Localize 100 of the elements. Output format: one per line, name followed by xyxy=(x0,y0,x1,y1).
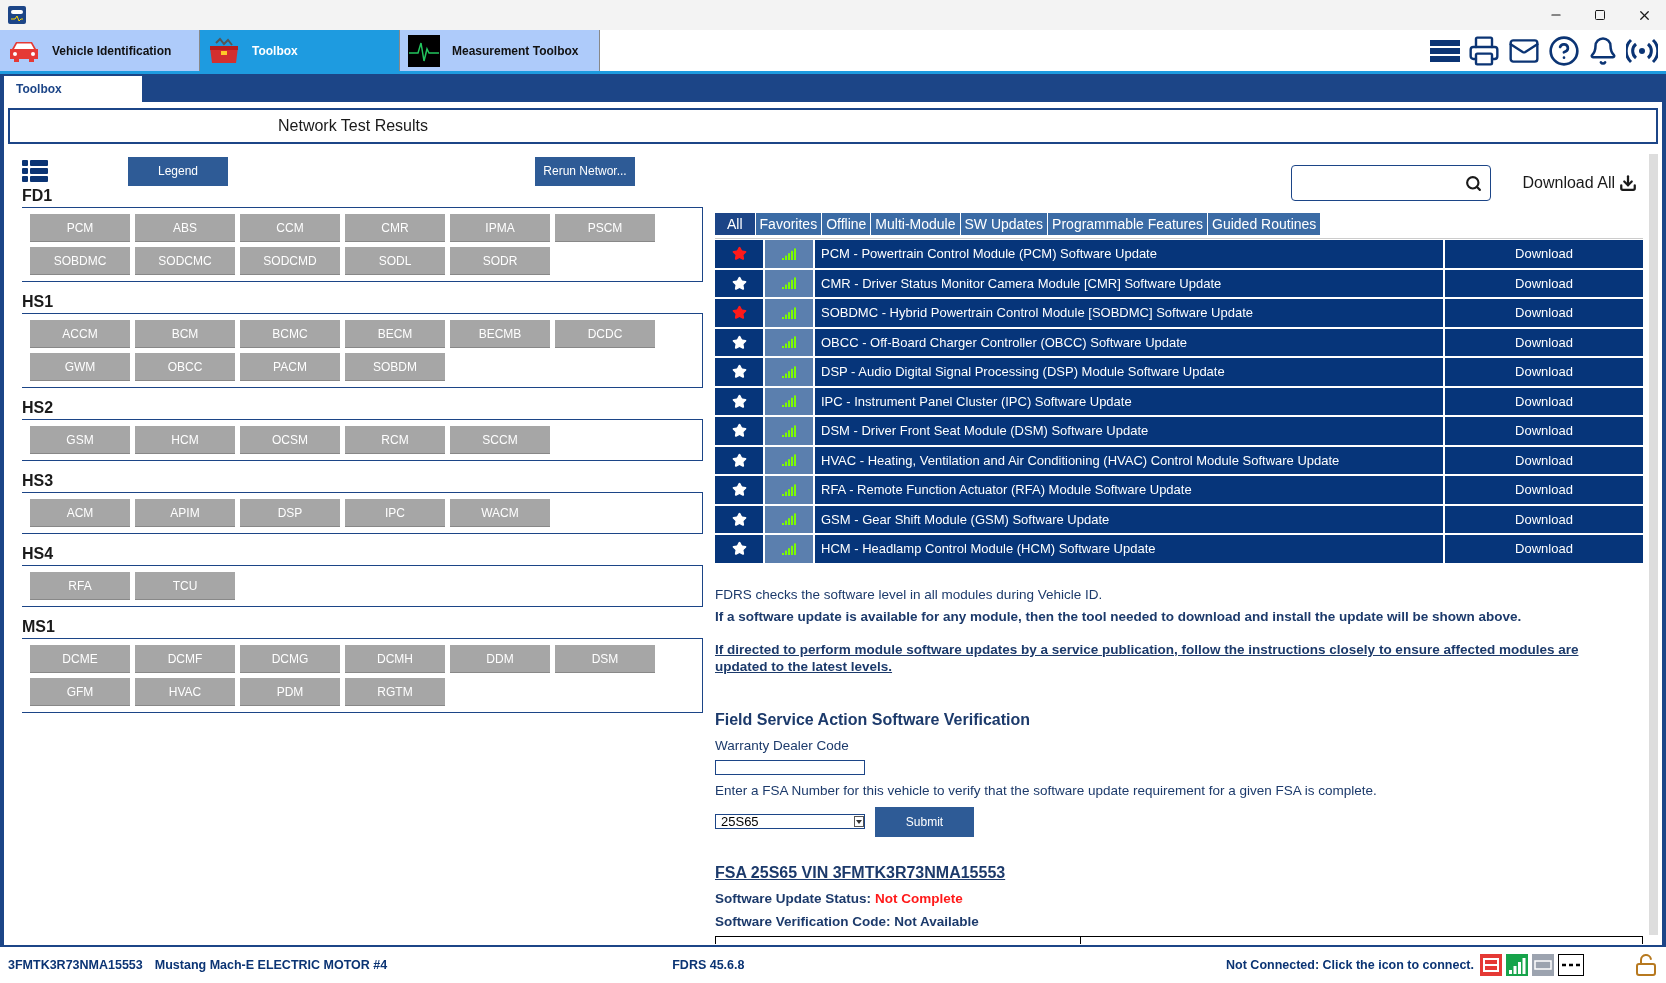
module-button[interactable]: BECMB xyxy=(450,320,550,348)
module-button[interactable]: DCME xyxy=(30,645,130,673)
search-field[interactable] xyxy=(1290,165,1491,201)
search-icon[interactable] xyxy=(1464,174,1482,192)
module-button[interactable]: PACM xyxy=(240,353,340,381)
favorite-star-button[interactable] xyxy=(715,299,763,327)
fsa-select[interactable]: 25S65 xyxy=(715,814,865,829)
filter-tab[interactable]: Guided Routines xyxy=(1208,213,1321,235)
download-button[interactable]: Download xyxy=(1445,269,1643,297)
update-description: SOBDMC - Hybrid Powertrain Control Module [SOBDMC] Software Update xyxy=(815,299,1443,327)
menu-icon[interactable] xyxy=(1430,37,1460,64)
filter-tab[interactable]: Offline xyxy=(822,213,871,235)
filter-tab[interactable]: Programmable Features xyxy=(1048,213,1208,235)
module-button[interactable]: PSCM xyxy=(555,214,655,242)
module-button[interactable]: SOBDMC xyxy=(30,247,130,275)
module-button[interactable]: PCM xyxy=(30,214,130,242)
module-button[interactable]: IPMA xyxy=(450,214,550,242)
module-button[interactable]: DCDC xyxy=(555,320,655,348)
favorite-star-button[interactable] xyxy=(715,387,763,415)
favorite-star-button[interactable] xyxy=(715,240,763,268)
dashes-icon[interactable] xyxy=(1558,954,1584,976)
module-button[interactable]: GSM xyxy=(30,426,130,454)
module-button[interactable]: BECM xyxy=(345,320,445,348)
module-button[interactable]: TCU xyxy=(135,572,235,600)
download-all-button[interactable]: Download All xyxy=(1522,171,1637,195)
download-button[interactable]: Download xyxy=(1445,387,1643,415)
module-button[interactable]: SODCMD xyxy=(240,247,340,275)
app-tab[interactable]: Toolbox xyxy=(200,30,400,71)
download-button[interactable]: Download xyxy=(1445,328,1643,356)
legend-button[interactable]: Legend xyxy=(128,156,228,186)
help-icon[interactable] xyxy=(1548,34,1580,67)
module-button[interactable]: DCMF xyxy=(135,645,235,673)
module-button[interactable]: OBCC xyxy=(135,353,235,381)
module-button[interactable]: SODCMC xyxy=(135,247,235,275)
dropdown-caret-icon[interactable] xyxy=(856,819,862,824)
download-button[interactable]: Download xyxy=(1445,358,1643,386)
module-button[interactable]: RGTM xyxy=(345,678,445,706)
module-button[interactable]: RFA xyxy=(30,572,130,600)
module-button[interactable]: ACCM xyxy=(30,320,130,348)
connection-status-icon[interactable] xyxy=(1480,954,1502,976)
module-button[interactable]: SOBDM xyxy=(345,353,445,381)
module-button[interactable]: DCMH xyxy=(345,645,445,673)
favorite-star-button[interactable] xyxy=(715,505,763,533)
module-button[interactable]: APIM xyxy=(135,499,235,527)
download-button[interactable]: Download xyxy=(1445,299,1643,327)
module-button[interactable]: BCM xyxy=(135,320,235,348)
rerun-network-test-button[interactable]: Rerun Networ... xyxy=(535,156,635,186)
module-button[interactable]: CMR xyxy=(345,214,445,242)
vehicle-text: Mustang Mach-E ELECTRIC MOTOR #4 xyxy=(154,956,388,974)
module-button[interactable]: GWM xyxy=(30,353,130,381)
dealer-code-field[interactable] xyxy=(715,760,865,776)
fsa-result-link[interactable]: FSA 25S65 VIN 3FMTK3R73NMA15553 xyxy=(715,860,1006,885)
filter-tab[interactable]: Multi-Module xyxy=(871,213,960,235)
favorite-star-button[interactable] xyxy=(715,535,763,563)
favorite-star-button[interactable] xyxy=(715,269,763,297)
bell-icon[interactable] xyxy=(1588,35,1618,66)
download-button[interactable]: Download xyxy=(1445,446,1643,474)
favorite-star-button[interactable] xyxy=(715,446,763,474)
module-button[interactable]: CCM xyxy=(240,214,340,242)
module-button[interactable]: DDM xyxy=(450,645,550,673)
favorite-star-button[interactable] xyxy=(715,328,763,356)
module-button[interactable]: ABS xyxy=(135,214,235,242)
filter-tab[interactable]: All xyxy=(715,213,755,235)
module-button[interactable]: PDM xyxy=(240,678,340,706)
broadcast-icon[interactable] xyxy=(1626,36,1658,65)
module-button[interactable]: IPC xyxy=(345,499,445,527)
module-button[interactable]: BCMC xyxy=(240,320,340,348)
favorite-star-button[interactable] xyxy=(715,476,763,504)
submit-button[interactable]: Submit xyxy=(875,806,974,837)
printer-icon[interactable] xyxy=(1468,34,1500,67)
app-tab[interactable]: Vehicle Identification xyxy=(0,30,200,71)
module-button[interactable]: WACM xyxy=(450,499,550,527)
list-view-icon[interactable] xyxy=(22,160,48,182)
toolbox-icon xyxy=(208,36,240,65)
module-button[interactable]: RCM xyxy=(345,426,445,454)
module-button[interactable]: GFM xyxy=(30,678,130,706)
module-button[interactable]: HCM xyxy=(135,426,235,454)
module-button[interactable]: SODL xyxy=(345,247,445,275)
app-tab[interactable]: Measurement Toolbox xyxy=(400,30,600,71)
filter-tab[interactable]: SW Updates xyxy=(960,213,1048,235)
lock-icon[interactable] xyxy=(1634,953,1658,977)
favorite-star-button[interactable] xyxy=(715,417,763,445)
download-button[interactable]: Download xyxy=(1445,476,1643,504)
module-button[interactable]: SODR xyxy=(450,247,550,275)
module-button[interactable]: SCCM xyxy=(450,426,550,454)
download-button[interactable]: Download xyxy=(1445,417,1643,445)
favorite-star-button[interactable] xyxy=(715,358,763,386)
module-button[interactable]: HVAC xyxy=(135,678,235,706)
sub-tab[interactable]: Toolbox xyxy=(4,76,142,102)
module-button[interactable]: OCSM xyxy=(240,426,340,454)
service-publication-link[interactable]: If directed to perform module software updates by a service publication, follow the instructions closely to ensure affected modules are updated to the latest levels. xyxy=(715,641,1615,675)
signal-strength-icon[interactable] xyxy=(1506,954,1528,976)
module-button[interactable]: DSM xyxy=(555,645,655,673)
module-button[interactable]: DSP xyxy=(240,499,340,527)
filter-tab[interactable]: Favorites xyxy=(755,213,822,235)
module-button[interactable]: ACM xyxy=(30,499,130,527)
download-button[interactable]: Download xyxy=(1445,505,1643,533)
download-button[interactable]: Download xyxy=(1445,240,1643,268)
module-button[interactable]: DCMG xyxy=(240,645,340,673)
download-button[interactable]: Download xyxy=(1445,535,1643,563)
